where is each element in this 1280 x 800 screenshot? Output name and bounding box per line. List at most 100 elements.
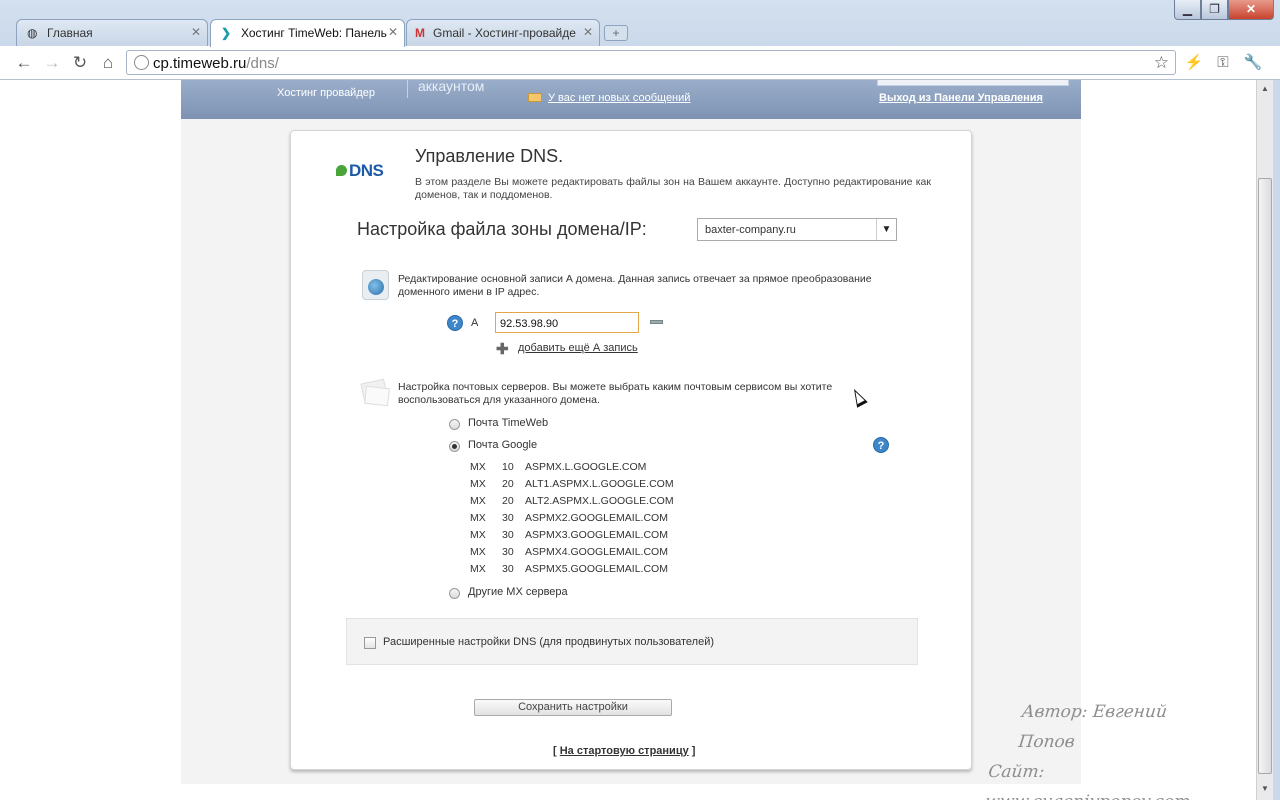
radio-mail-google[interactable] [449,441,460,452]
url-path: /dns/ [246,55,279,72]
minimize-button[interactable]: ▁ [1174,0,1201,20]
header-divider [407,80,408,98]
mx-priority: 30 [502,546,514,558]
wrench-icon[interactable]: 🔧 [1242,52,1264,74]
mx-type: MX [470,495,486,507]
tab-timeweb-panel[interactable]: ❯ Хостинг TimeWeb: Панель ✕ [210,19,405,47]
zone-label: Настройка файла зоны домена/IP: [357,219,647,239]
tab-label: Хостинг TimeWeb: Панель [241,26,387,40]
address-bar[interactable]: cp.timeweb.ru/dns/ ☆ [126,50,1176,75]
remove-a-record-button[interactable] [650,320,663,324]
globe-icon: ◍ [27,26,38,40]
tab-label: Главная [47,26,93,40]
chevron-down-icon[interactable]: ▼ [876,219,896,240]
mx-host: ASPMX4.GOOGLEMAIL.COM [525,546,668,558]
mx-type: MX [470,546,486,558]
close-window-button[interactable]: ✕ [1228,0,1274,20]
header-account-text: аккаунтом [418,80,485,94]
radio-label-google: Почта Google [468,439,538,451]
leaf-icon [336,165,347,176]
new-tab-button[interactable]: + [604,25,628,41]
lightning-icon[interactable]: ⚡ [1183,52,1205,74]
mx-host: ALT2.ASPMX.L.GOOGLE.COM [525,495,674,507]
tab-gmail[interactable]: M Gmail - Хостинг-провайде ✕ [406,19,600,46]
forward-arrow-icon[interactable]: → [41,52,63,74]
radio-label-timeweb: Почта TimeWeb [468,417,549,429]
mx-priority: 30 [502,563,514,575]
mx-priority: 30 [502,529,514,541]
a-record-globe-icon [362,270,389,300]
messages-link[interactable]: У вас нет новых сообщений [548,92,690,104]
search-field-edge[interactable] [877,80,1069,86]
dns-logo: DNS [336,161,384,181]
mx-priority: 20 [502,495,514,507]
back-arrow-icon[interactable]: ← [13,52,35,74]
page-title: Управление DNS. [415,146,564,166]
key-icon[interactable]: ⚿ [1212,52,1234,74]
plus-icon[interactable]: ✚ [496,340,509,358]
window-frame-right [1273,80,1280,800]
domain-select[interactable]: baxter-company.ru ▼ [697,218,897,241]
add-a-record-link[interactable]: добавить ещё А запись [518,342,638,354]
envelope-icon [528,93,542,102]
save-settings-button[interactable]: Сохранить настройки [474,699,672,716]
mx-type: MX [470,478,486,490]
radio-mail-other[interactable] [449,588,460,599]
reload-icon[interactable]: ↻ [69,52,91,74]
a-record-description: Редактирование основной записи А домена.… [398,273,872,298]
close-icon[interactable]: ✕ [388,25,398,39]
dns-panel: DNS Управление DNS. В этом разделе Вы мо… [290,130,972,770]
advanced-settings-checkbox[interactable] [364,637,376,649]
mx-priority: 30 [502,512,514,524]
mx-priority: 10 [502,461,514,473]
help-icon[interactable]: ? [447,315,463,331]
mx-host: ALT1.ASPMX.L.GOOGLE.COM [525,478,674,490]
a-record-ip-input[interactable] [495,312,639,333]
page-description: В этом разделе Вы можете редактировать ф… [415,176,931,201]
radio-label-other: Другие MX сервера [468,586,568,598]
vertical-scrollbar[interactable]: ▲ ▼ [1256,80,1273,800]
mx-type: MX [470,512,486,524]
mx-type: MX [470,563,486,575]
url-host: cp.timeweb.ru/dns/ [153,55,279,72]
maximize-button[interactable]: ❐ [1201,0,1228,20]
advanced-settings-box: Расширенные настройки DNS (для продвинут… [346,618,918,665]
author-watermark: Автор: Евгений Попов Сайт: www.evgeniypo… [984,697,1217,800]
mx-host: ASPMX2.GOOGLEMAIL.COM [525,512,668,524]
radio-mail-timeweb[interactable] [449,419,460,430]
scroll-up-arrow-icon[interactable]: ▲ [1257,80,1273,97]
timeweb-icon: ❯ [221,26,232,40]
mx-host: ASPMX.L.GOOGLE.COM [525,461,647,473]
browser-chrome: ◍ Главная ✕ ❯ Хостинг TimeWeb: Панель ✕ … [0,0,1280,80]
mx-type: MX [470,529,486,541]
bookmark-star-icon[interactable]: ☆ [1154,53,1169,73]
messages-status: У вас нет новых сообщений [528,92,690,104]
browser-toolbar: ← → ↻ ⌂ cp.timeweb.ru/dns/ ☆ ⚡ ⚿ 🔧 [0,46,1280,80]
gmail-icon: M [415,26,425,40]
watermark-site-prefix: Сайт: [987,762,1046,782]
mx-host: ASPMX3.GOOGLEMAIL.COM [525,529,668,541]
watermark-site-link[interactable]: www.evgeniypopov.com [984,792,1191,800]
tab-label: Gmail - Хостинг-провайде [433,26,576,40]
page-globe-icon [134,55,149,70]
close-icon[interactable]: ✕ [191,25,201,39]
logout-link[interactable]: Выход из Панели Управления [879,92,1043,104]
mail-envelope-icon [359,377,391,407]
home-link[interactable]: На стартовую страницу [560,745,689,757]
scrollbar-thumb[interactable] [1258,178,1272,774]
help-icon[interactable]: ? [873,437,889,453]
a-record-type: А [471,317,479,329]
brand-subtitle: Хостинг провайдер [277,87,375,99]
home-link-wrapper: [ На стартовую страницу ] [553,745,696,757]
page-viewport: Хостинг провайдер аккаунтом У вас нет но… [0,80,1256,800]
home-icon[interactable]: ⌂ [97,52,119,74]
domain-select-value: baxter-company.ru [705,224,796,236]
mail-description: Настройка почтовых серверов. Вы можете в… [398,381,833,406]
tab-home[interactable]: ◍ Главная ✕ [16,19,208,46]
scroll-down-arrow-icon[interactable]: ▼ [1257,780,1273,797]
mx-priority: 20 [502,478,514,490]
close-icon[interactable]: ✕ [583,25,593,39]
advanced-settings-label: Расширенные настройки DNS (для продвинут… [383,636,714,648]
mx-host: ASPMX5.GOOGLEMAIL.COM [525,563,668,575]
mx-type: MX [470,461,486,473]
